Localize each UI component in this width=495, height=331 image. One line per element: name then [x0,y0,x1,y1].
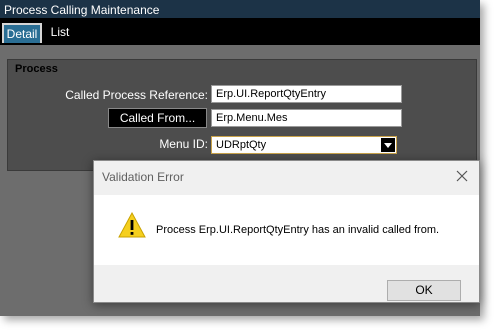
group-title: Process [15,63,58,75]
dialog-message: Process Erp.UI.ReportQtyEntry has an inv… [156,224,440,236]
ok-button[interactable]: OK [387,280,461,301]
called-process-reference-label: Called Process Reference: [65,88,208,102]
warning-icon [118,211,146,243]
called-process-reference-field[interactable]: Erp.UI.ReportQtyEntry [211,85,402,103]
tab-strip: Detail List [0,18,480,45]
dialog-body: Process Erp.UI.ReportQtyEntry has an inv… [94,195,479,265]
tab-list[interactable]: List [45,23,75,43]
menu-id-combo[interactable]: UDRptQty [211,136,397,154]
menu-id-value: UDRptQty [216,139,267,151]
menu-id-label: Menu ID: [159,137,208,151]
close-icon[interactable] [455,169,469,183]
dialog-title: Validation Error [102,170,184,184]
window-title: Process Calling Maintenance [4,3,160,17]
dropdown-arrow-icon[interactable] [381,138,395,152]
title-bar: Process Calling Maintenance [0,0,480,18]
process-groupbox: Process Called Process Reference: Erp.UI… [7,59,477,171]
called-from-button[interactable]: Called From... [108,108,207,128]
called-from-field[interactable]: Erp.Menu.Mes [211,109,402,127]
tab-detail[interactable]: Detail [2,23,42,43]
validation-error-dialog: Validation Error Process Erp.UI.ReportQt… [93,160,480,303]
